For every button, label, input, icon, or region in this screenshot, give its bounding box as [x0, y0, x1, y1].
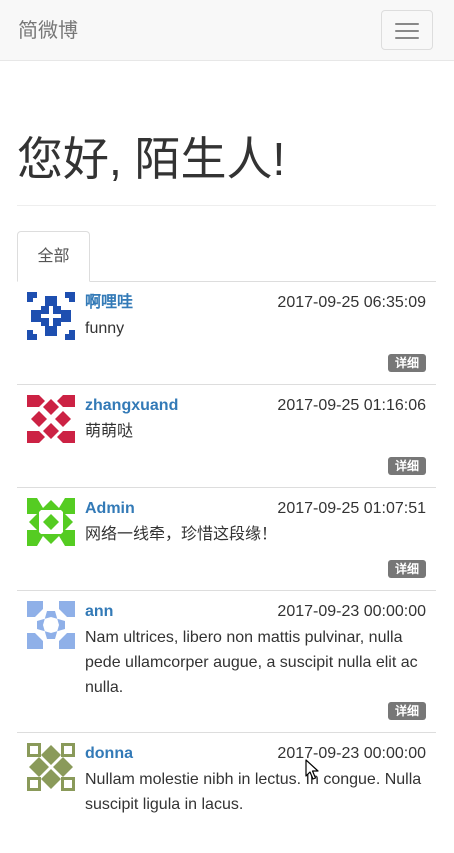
post-timestamp: 2017-09-25 01:16:06	[277, 397, 426, 414]
post-author-link[interactable]: Admin	[85, 498, 135, 520]
post-item: zhangxuand 2017-09-25 01:16:06 萌萌哒 详细	[17, 385, 436, 488]
post-item: ann 2017-09-23 00:00:00 Nam ultrices, li…	[17, 591, 436, 733]
post-author-link[interactable]: donna	[85, 743, 133, 765]
detail-button[interactable]: 详细	[388, 560, 426, 578]
post-timestamp: 2017-09-23 00:00:00	[277, 603, 426, 620]
post-author-link[interactable]: 啊哩哇	[85, 292, 133, 314]
post-author-link[interactable]: zhangxuand	[85, 395, 178, 417]
navbar: 简微博	[0, 0, 454, 61]
avatar[interactable]	[27, 601, 75, 649]
tab-bar: 全部	[17, 231, 436, 282]
post-item: Admin 2017-09-25 01:07:51 网络一线牵，珍惜这段缘！ 详…	[17, 488, 436, 591]
post-author-link[interactable]: ann	[85, 601, 113, 623]
post-content: 网络一线牵，珍惜这段缘！	[85, 526, 278, 543]
detail-button[interactable]: 详细	[388, 457, 426, 475]
avatar[interactable]	[27, 498, 75, 546]
detail-button[interactable]: 详细	[388, 354, 426, 372]
post-timestamp: 2017-09-25 06:35:09	[277, 294, 426, 311]
mouse-cursor-icon	[305, 759, 319, 780]
avatar[interactable]	[27, 395, 75, 443]
divider	[17, 205, 436, 206]
navbar-toggle-button[interactable]	[381, 10, 433, 50]
post-item: donna 2017-09-23 00:00:00 Nullam molesti…	[17, 733, 436, 853]
post-timestamp: 2017-09-25 01:07:51	[277, 500, 426, 517]
detail-button[interactable]: 详细	[388, 702, 426, 720]
post-item: 啊哩哇 2017-09-25 06:35:09 funny 详细	[17, 282, 436, 385]
post-content: Nam ultrices, libero non mattis pulvinar…	[85, 629, 418, 696]
tab-all[interactable]: 全部	[17, 231, 90, 282]
page-title: 您好, 陌生人!	[17, 133, 286, 185]
avatar[interactable]	[27, 292, 75, 340]
avatar[interactable]	[27, 743, 75, 791]
post-content: 萌萌哒	[85, 423, 134, 440]
brand-link[interactable]: 简微博	[18, 18, 78, 44]
post-content: funny	[85, 320, 125, 337]
post-timestamp: 2017-09-23 00:00:00	[277, 745, 426, 762]
